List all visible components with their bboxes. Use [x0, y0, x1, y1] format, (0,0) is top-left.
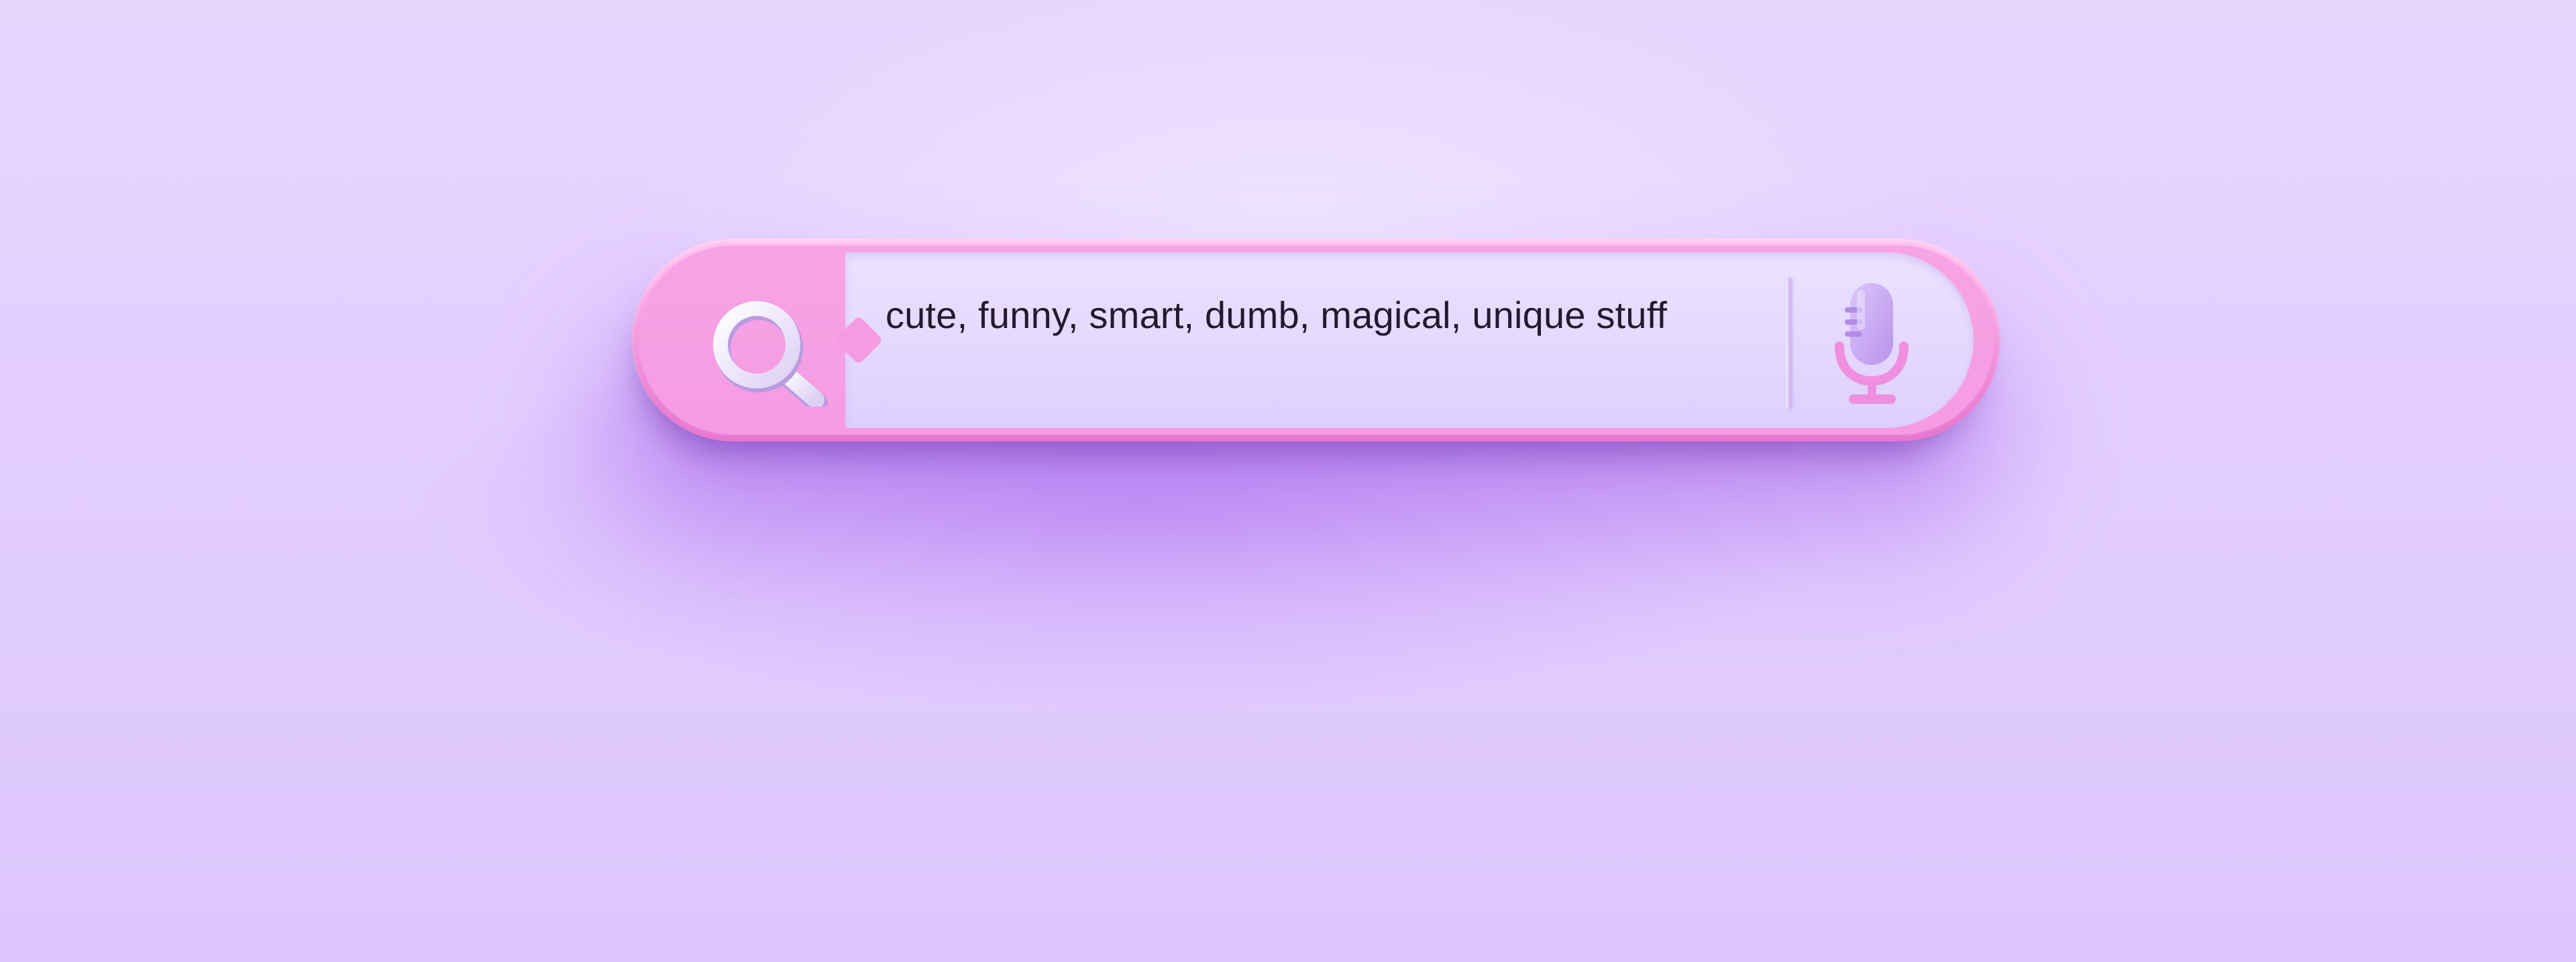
search-query[interactable]: cute, funny, smart, dumb, magical, uniqu…	[885, 288, 1771, 342]
field-divider	[1786, 278, 1791, 409]
search-icon	[713, 301, 828, 407]
scene: cute, funny, smart, dumb, magical, uniqu…	[0, 0, 2576, 962]
microphone-icon	[1835, 283, 1909, 404]
voice-search-button[interactable]	[1805, 271, 1939, 412]
search-button[interactable]	[645, 252, 845, 428]
